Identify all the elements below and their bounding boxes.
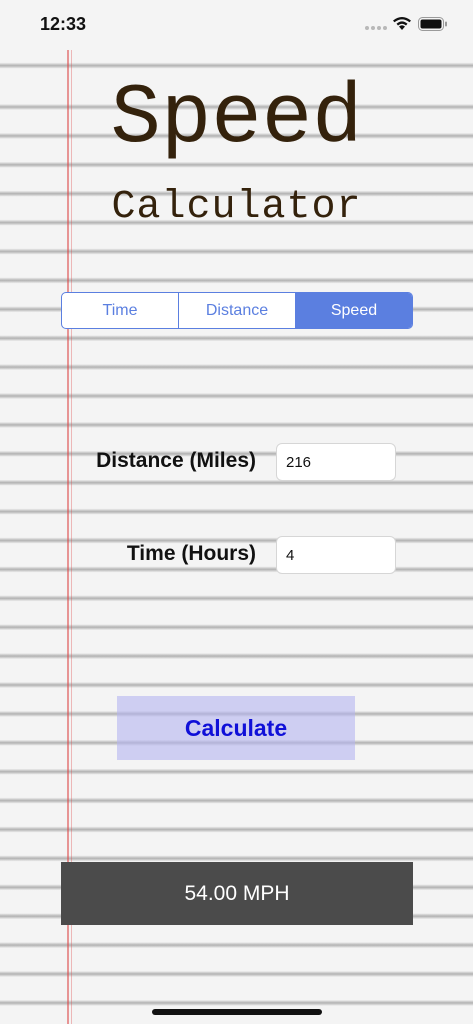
app-subtitle: Calculator <box>111 185 362 230</box>
segment-speed[interactable]: Speed <box>296 293 412 328</box>
status-time: 12:33 <box>40 14 87 34</box>
segment-time[interactable]: Time <box>62 293 179 328</box>
result-text: 54.00 MPH <box>184 881 290 905</box>
result-display: 54.00 MPH <box>61 862 413 925</box>
app-title: Speed <box>110 72 363 167</box>
time-input[interactable] <box>276 536 396 574</box>
distance-label: Distance (Miles) <box>96 449 256 472</box>
status-bar: 12:33 <box>0 0 473 50</box>
distance-input[interactable] <box>276 443 396 481</box>
battery-icon <box>418 17 447 31</box>
time-label: Time (Hours) <box>126 542 256 565</box>
signal-icon <box>365 26 387 30</box>
home-indicator[interactable] <box>152 1009 322 1015</box>
segment-distance[interactable]: Distance <box>179 293 296 328</box>
wifi-icon <box>393 17 411 30</box>
mode-segmented-control: Time Distance Speed <box>61 292 413 329</box>
calculate-button[interactable]: Calculate <box>117 696 355 760</box>
